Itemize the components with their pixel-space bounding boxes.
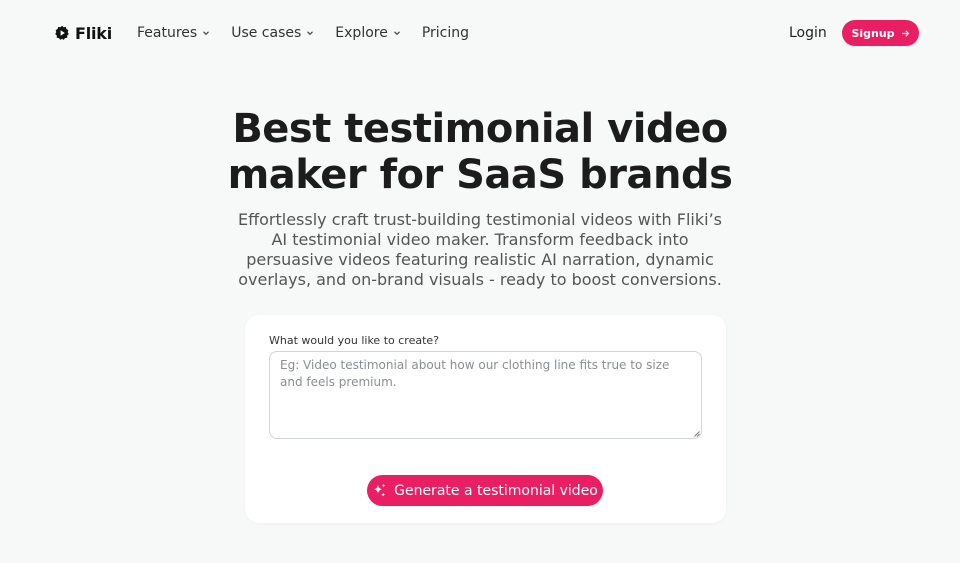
page-title: Best testimonial video maker for SaaS br…	[0, 106, 960, 198]
page-title-line: Best testimonial video	[232, 106, 728, 152]
nav-item-label: Use cases	[231, 25, 302, 41]
nav-item-pricing[interactable]: Pricing	[422, 25, 469, 41]
brand-name: Fliki	[75, 23, 113, 43]
resize-handle-icon[interactable]	[694, 431, 700, 437]
prompt-input[interactable]	[269, 351, 702, 439]
logo[interactable]: Fliki	[54, 22, 112, 44]
nav-item-features[interactable]: Features	[137, 25, 210, 41]
generate-video-button[interactable]: Generate a testimonial video	[367, 475, 603, 506]
chevron-down-icon	[307, 31, 314, 36]
page-subtitle: Effortlessly craft trust-building testim…	[237, 210, 723, 289]
login-link[interactable]: Login	[789, 22, 827, 44]
chevron-down-icon	[393, 31, 400, 36]
top-navigation: Fliki Features Use cases Explore Pricing…	[0, 0, 960, 66]
page-title-line: maker for SaaS brands	[227, 152, 733, 198]
nav-item-label: Features	[137, 25, 198, 41]
signup-button[interactable]: Signup	[842, 20, 919, 46]
nav-links: Features Use cases Explore Pricing	[137, 22, 490, 44]
nav-item-label: Explore	[335, 25, 388, 41]
signup-label: Signup	[851, 26, 895, 40]
create-card: What would you like to create? Generate …	[245, 315, 726, 523]
generate-button-label: Generate a testimonial video	[394, 482, 598, 499]
nav-item-explore[interactable]: Explore	[335, 25, 401, 41]
prompt-label: What would you like to create?	[269, 334, 439, 347]
nav-item-use-cases[interactable]: Use cases	[231, 25, 314, 41]
nav-item-label: Pricing	[421, 25, 470, 41]
sparkle-icon	[374, 483, 386, 497]
chevron-down-icon	[203, 31, 210, 36]
arrow-right-icon	[901, 29, 909, 37]
fliki-logo-icon	[55, 25, 69, 40]
